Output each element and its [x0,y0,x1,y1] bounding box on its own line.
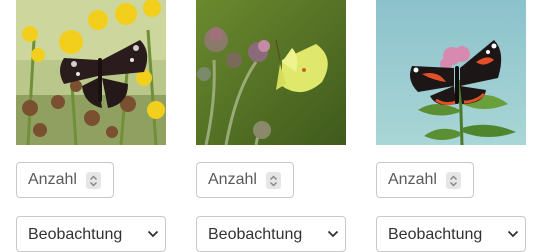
observation-select[interactable]: Beobachtung [196,216,346,252]
observation-select-value: Beobachtung [208,226,303,243]
butterfly-photo-red-admiral[interactable] [376,0,526,145]
stepper-arrows-icon[interactable] [89,174,98,188]
observation-select-value: Beobachtung [388,226,483,243]
stepper-arrows-icon[interactable] [269,174,278,188]
observation-select[interactable]: Beobachtung [376,216,526,252]
stepper-arrows-icon[interactable] [449,174,458,188]
quantity-stepper[interactable] [446,172,461,189]
butterfly-photo-peacock[interactable] [16,0,166,145]
chevron-down-icon [327,230,339,238]
quantity-field[interactable] [376,162,474,198]
quantity-stepper[interactable] [266,172,281,189]
quantity-field[interactable] [16,162,114,198]
observation-select[interactable]: Beobachtung [16,216,166,252]
chevron-down-icon [147,230,159,238]
quantity-field[interactable] [196,162,294,198]
quantity-stepper[interactable] [86,172,101,189]
butterfly-photo-brimstone[interactable] [196,0,346,145]
observation-select-value: Beobachtung [28,226,123,243]
chevron-down-icon [507,230,519,238]
